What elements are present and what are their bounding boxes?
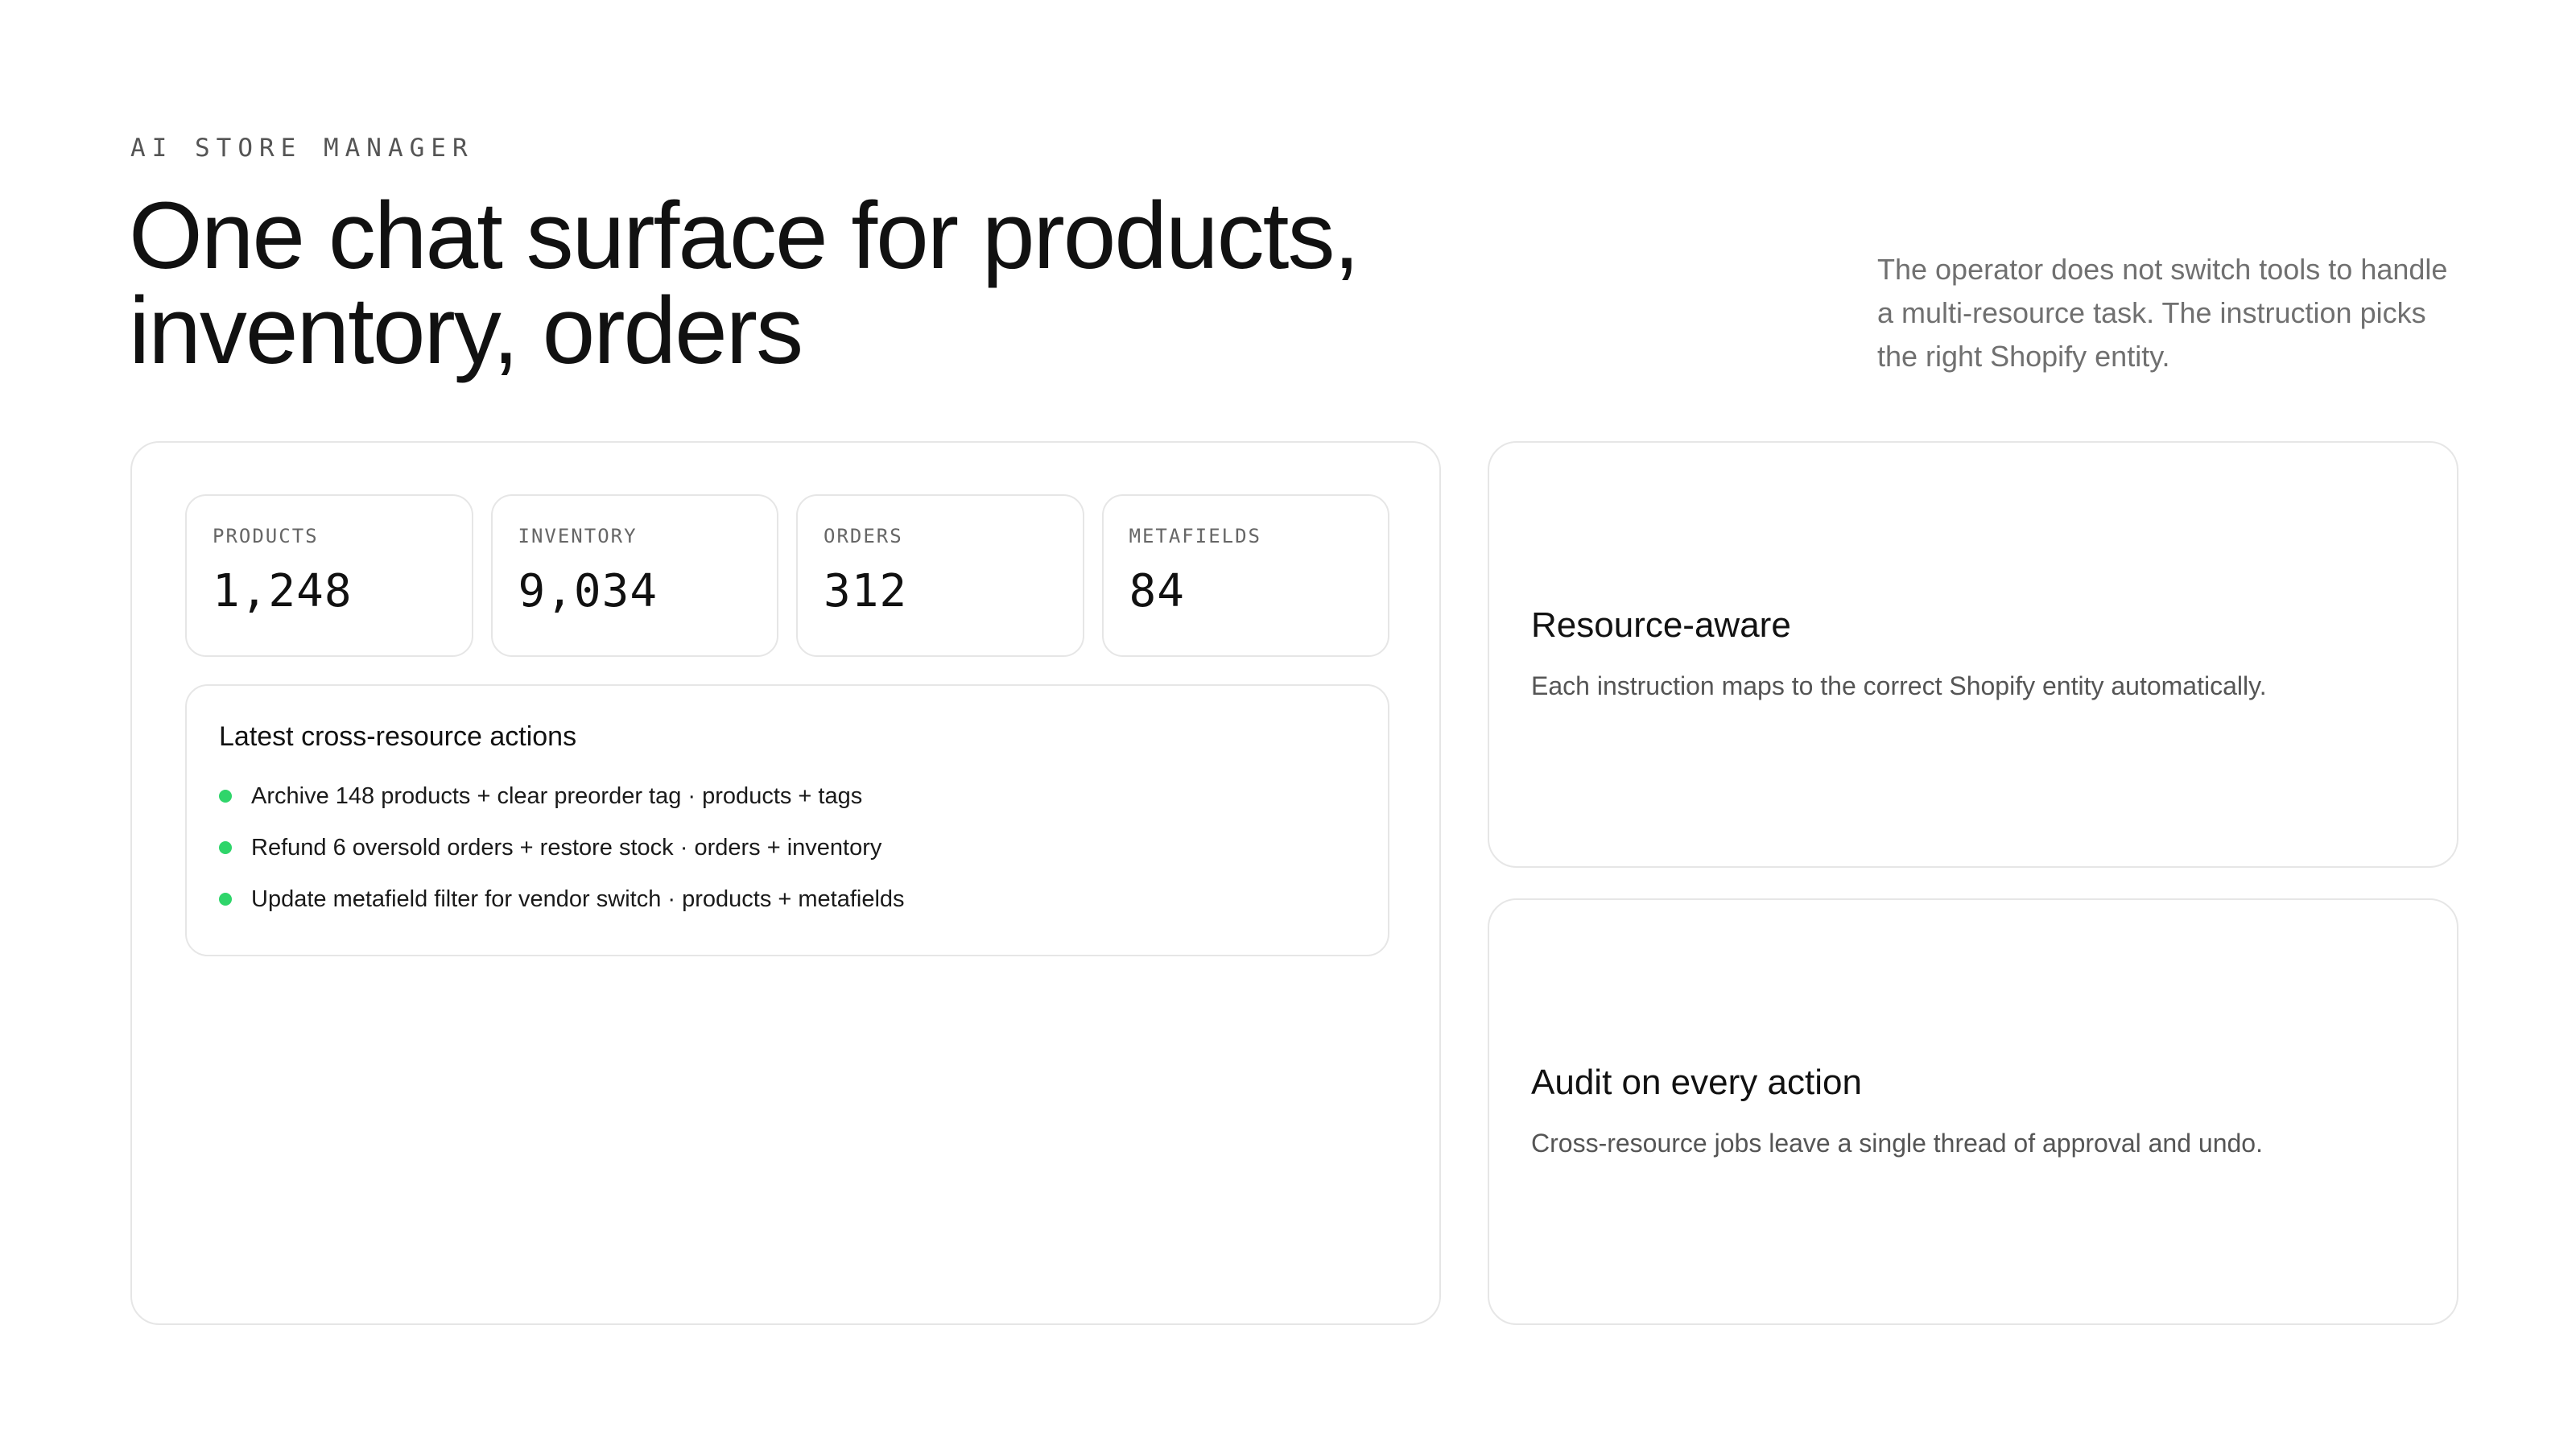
- stat-value: 9,034: [518, 565, 658, 617]
- stats-row: PRODUCTS 1,248 INVENTORY 9,034 ORDERS 31…: [185, 494, 1389, 657]
- actions-title: Latest cross-resource actions: [219, 721, 577, 752]
- stat-card-orders: ORDERS 312: [796, 494, 1084, 657]
- stat-label: PRODUCTS: [213, 525, 319, 547]
- stat-value: 312: [824, 565, 908, 617]
- list-item: Update metafield filter for vendor switc…: [219, 873, 1388, 925]
- actions-panel: Latest cross-resource actions Archive 14…: [185, 684, 1389, 956]
- action-text: Archive 148 products + clear preorder ta…: [251, 782, 863, 809]
- status-dot-icon: [219, 790, 232, 803]
- stat-label: INVENTORY: [518, 525, 638, 547]
- feature-description: Each instruction maps to the correct Sho…: [1531, 671, 2267, 700]
- status-dot-icon: [219, 841, 232, 854]
- stat-value: 84: [1129, 565, 1185, 617]
- feature-card-resource-aware: Resource-aware Each instruction maps to …: [1488, 441, 2458, 868]
- stat-value: 1,248: [213, 565, 353, 617]
- stat-label: METAFIELDS: [1129, 525, 1261, 547]
- eyebrow-label: AI STORE MANAGER: [130, 134, 474, 163]
- list-item: Refund 6 oversold orders + restore stock…: [219, 822, 1388, 873]
- feature-card-audit: Audit on every action Cross-resource job…: [1488, 898, 2458, 1325]
- page-title-line-2: inventory, orders: [129, 278, 803, 384]
- stat-card-products: PRODUCTS 1,248: [185, 494, 473, 657]
- page-title-line-1: One chat surface for products,: [129, 183, 1360, 289]
- feature-title: Resource-aware: [1531, 605, 1791, 645]
- feature-title: Audit on every action: [1531, 1063, 1862, 1102]
- action-text: Refund 6 oversold orders + restore stock…: [251, 834, 882, 861]
- stat-card-inventory: INVENTORY 9,034: [490, 494, 778, 657]
- page-title: One chat surface for products, inventory…: [129, 188, 1578, 378]
- side-note: The operator does not switch tools to ha…: [1877, 253, 2448, 373]
- page: AI STORE MANAGER One chat surface for pr…: [0, 0, 2576, 1449]
- list-item: Archive 148 products + clear preorder ta…: [219, 770, 1388, 822]
- stat-label: ORDERS: [824, 525, 903, 547]
- feature-description: Cross-resource jobs leave a single threa…: [1531, 1129, 2263, 1158]
- action-text: Update metafield filter for vendor switc…: [251, 886, 905, 912]
- stat-card-metafields: METAFIELDS 84: [1101, 494, 1389, 657]
- overview-card: PRODUCTS 1,248 INVENTORY 9,034 ORDERS 31…: [130, 441, 1441, 1325]
- status-dot-icon: [219, 893, 232, 906]
